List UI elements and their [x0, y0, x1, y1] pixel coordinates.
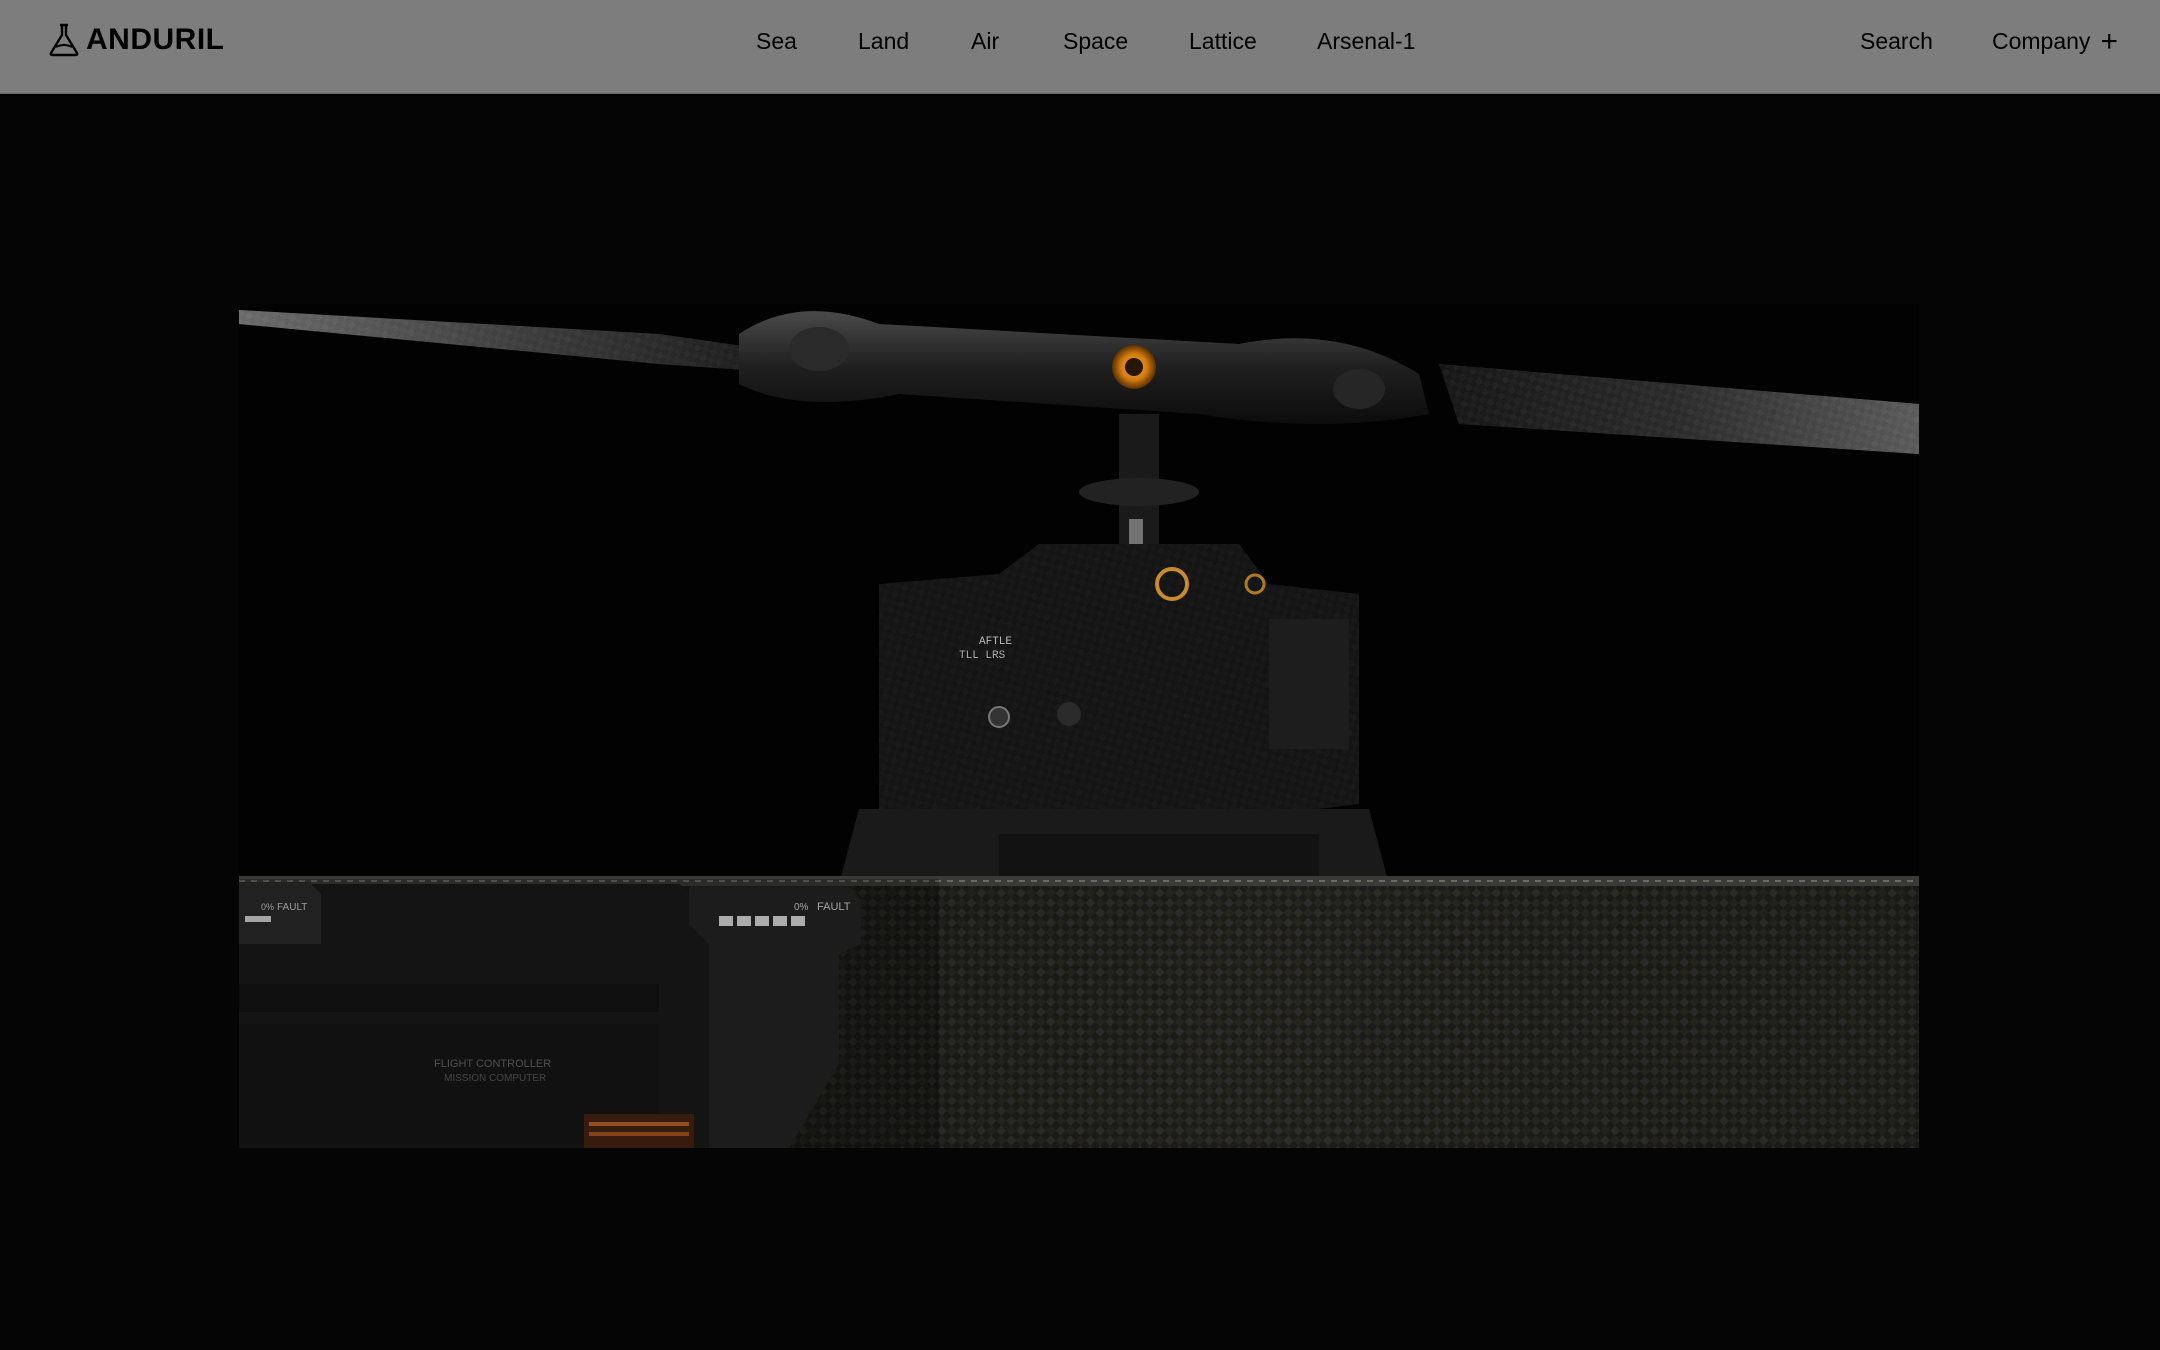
anduril-logo[interactable]: ANDURIL — [48, 22, 225, 58]
primary-nav: Sea Land Air Space Lattice Arsenal-1 Sea… — [0, 0, 2160, 86]
nav-link-sea[interactable]: Sea — [756, 28, 797, 55]
search-link[interactable]: Search — [1860, 28, 1933, 55]
nav-link-lattice[interactable]: Lattice — [1189, 28, 1257, 55]
company-label: Company — [1992, 28, 2091, 54]
nav-link-arsenal-1[interactable]: Arsenal-1 — [1317, 28, 1415, 55]
helicopter-rotor-photo: AFTLE TLL LRS FLIGHT CONTROLLER MISSION … — [239, 304, 1919, 1148]
company-menu-toggle[interactable]: Company + — [1992, 24, 2118, 58]
nav-link-space[interactable]: Space — [1063, 28, 1128, 55]
anduril-flask-icon — [49, 23, 79, 57]
svg-text:AFTLE: AFTLE — [979, 636, 1012, 648]
top-navigation-bar: ANDURIL Sea Land Air Space Lattice Arsen… — [0, 0, 2160, 94]
nav-link-air[interactable]: Air — [971, 28, 999, 55]
brand-name: ANDURIL — [86, 23, 225, 56]
nav-link-land[interactable]: Land — [858, 28, 909, 55]
plus-icon: + — [2100, 24, 2118, 58]
hero-image: AFTLE TLL LRS FLIGHT CONTROLLER MISSION … — [239, 304, 1919, 1148]
svg-text:TLL LRS: TLL LRS — [959, 650, 1006, 662]
